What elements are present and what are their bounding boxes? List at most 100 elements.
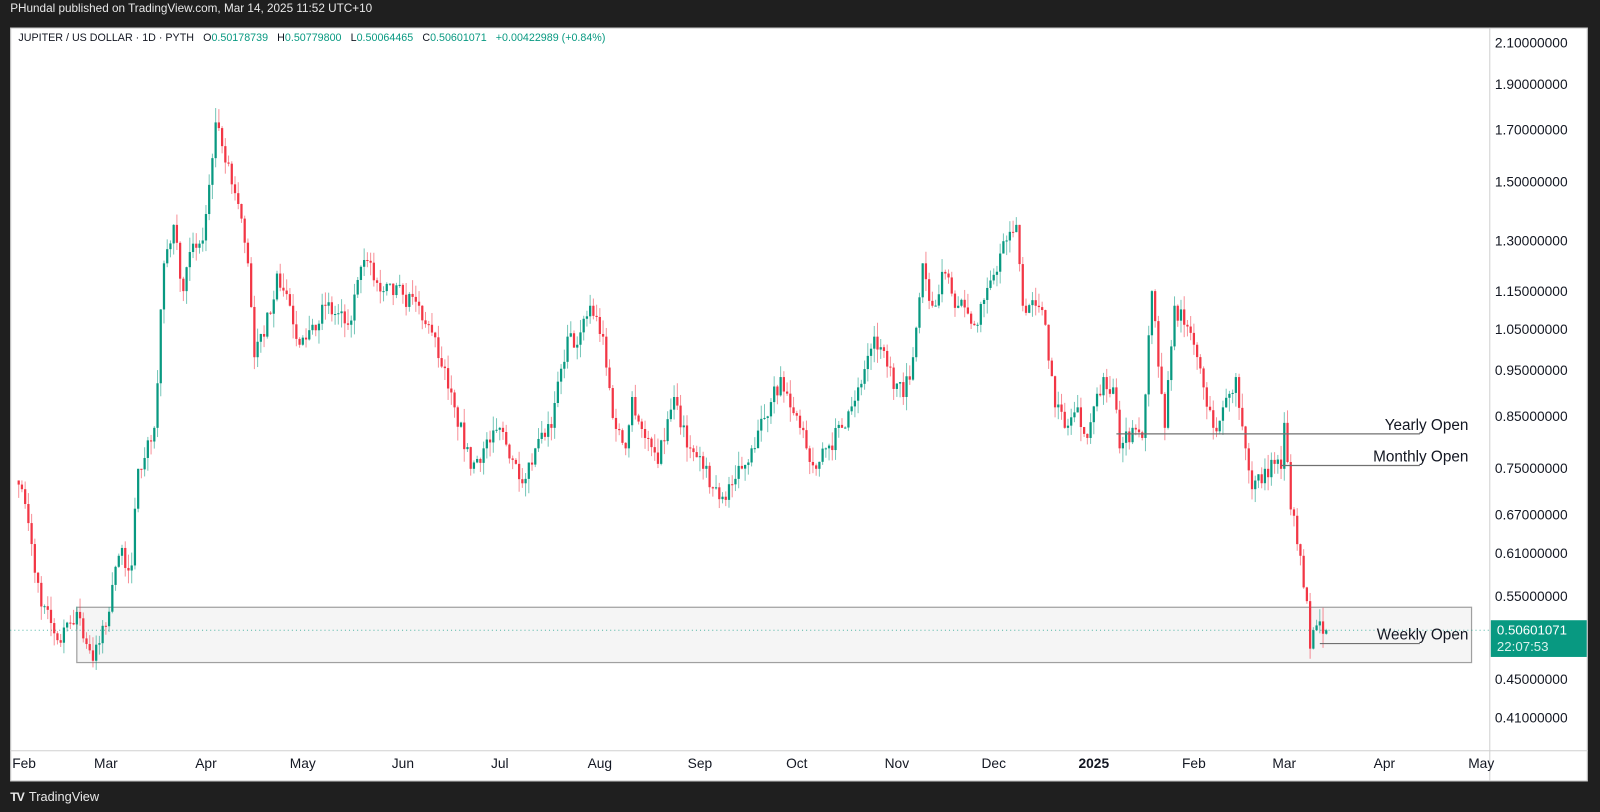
candle-body: [718, 487, 721, 500]
candle-body: [1057, 404, 1060, 408]
candle-body: [95, 644, 98, 661]
candle-body: [75, 611, 78, 625]
candle-body: [411, 293, 414, 297]
candle-body: [618, 428, 621, 431]
candle-body: [1095, 393, 1099, 407]
candle-body: [627, 425, 631, 449]
candle-body: [30, 523, 33, 545]
candle-body: [931, 300, 934, 306]
candle-body: [714, 487, 718, 489]
candle-body: [1237, 377, 1241, 408]
candle-body: [259, 334, 262, 342]
candle-body: [1286, 422, 1289, 462]
candle-body: [1050, 360, 1053, 377]
candle-body: [237, 193, 240, 204]
time-tick-label: Dec: [981, 756, 1006, 771]
candle-body: [553, 402, 556, 428]
candle-body: [185, 267, 188, 292]
candle-body: [1166, 380, 1170, 428]
candle-body: [1199, 357, 1202, 369]
time-tick-label: Apr: [1374, 756, 1396, 771]
candle-body: [375, 280, 379, 283]
candle-body: [886, 350, 889, 367]
candle-body: [734, 478, 737, 485]
candle-body: [107, 611, 111, 627]
symbol-title[interactable]: JUPITER / US DOLLAR · 1D · PYTH: [18, 32, 194, 44]
candle-body: [666, 419, 669, 442]
level-label: Weekly Open: [1377, 626, 1469, 643]
price-tick-label: 1.15000000: [1495, 284, 1568, 299]
candle-body: [1021, 264, 1024, 306]
candle-body: [120, 547, 124, 556]
candle-body: [605, 336, 608, 368]
candle-body: [40, 582, 43, 607]
candle-body: [398, 284, 401, 286]
candle-body: [269, 312, 272, 314]
candle-body: [921, 263, 924, 298]
candle-body: [1015, 224, 1018, 233]
candle-body: [1082, 427, 1086, 434]
candle-body: [863, 369, 866, 384]
candle-body: [1047, 324, 1050, 361]
candle-body: [314, 324, 317, 331]
candle-body: [669, 409, 672, 420]
candle-body: [643, 429, 647, 438]
candle-body: [311, 324, 314, 331]
candle-body: [827, 445, 831, 449]
candle-body: [1002, 241, 1005, 254]
candle-body: [172, 224, 175, 244]
candle-body: [1296, 515, 1299, 545]
candle-body: [824, 448, 827, 450]
candle-body: [789, 393, 792, 408]
candle-body: [282, 287, 285, 291]
candle-body: [1250, 470, 1254, 490]
candle-body: [124, 547, 127, 568]
candle-body: [579, 332, 582, 345]
candle-body: [534, 448, 537, 465]
candle-body: [960, 299, 963, 306]
candle-body: [944, 271, 947, 274]
candle-body: [1160, 366, 1163, 394]
candle-body: [59, 640, 62, 643]
price-tick-label: 1.30000000: [1495, 234, 1568, 249]
candle-body: [111, 584, 114, 612]
candle-body: [1079, 407, 1083, 428]
candle-body: [1141, 432, 1144, 438]
chart-window: PHundal published on TradingView.com, Ma…: [0, 0, 1600, 812]
candle-body: [62, 627, 66, 643]
candle-body: [1179, 309, 1183, 321]
candle-body: [976, 324, 979, 326]
candle-body: [527, 462, 530, 479]
candle-body: [844, 427, 847, 429]
candle-body: [692, 448, 695, 453]
candle-body: [162, 263, 166, 310]
candle-body: [359, 266, 363, 280]
candle-body: [43, 606, 46, 608]
candle-body: [1305, 587, 1309, 602]
candle-body: [937, 294, 940, 306]
candle-body: [166, 249, 169, 264]
candle-body: [456, 407, 459, 427]
candle-body: [750, 448, 753, 463]
candle-body: [689, 447, 692, 449]
candle-body: [372, 262, 375, 281]
candle-body: [860, 383, 863, 388]
candle-body: [340, 311, 343, 314]
candle-body: [17, 480, 20, 485]
candle-body: [647, 437, 650, 439]
footer-brand[interactable]: TV TradingView: [10, 790, 99, 804]
candle-body: [472, 462, 476, 469]
candle-body: [1154, 291, 1157, 322]
candle-body: [1267, 468, 1270, 478]
candle-body: [1299, 544, 1302, 556]
candle-body: [1099, 393, 1102, 396]
candle-body: [1205, 387, 1208, 407]
candle-body: [440, 358, 443, 367]
time-tick-label: May: [1468, 756, 1494, 771]
candle-body: [195, 243, 198, 248]
candle-body: [72, 622, 75, 625]
candlestick-chart[interactable]: Yearly Open Monthly Open Weekly Open 2.1000…: [0, 0, 1600, 812]
candle-body: [1208, 406, 1212, 411]
candle-body: [866, 355, 869, 370]
candle-body: [1225, 397, 1228, 408]
